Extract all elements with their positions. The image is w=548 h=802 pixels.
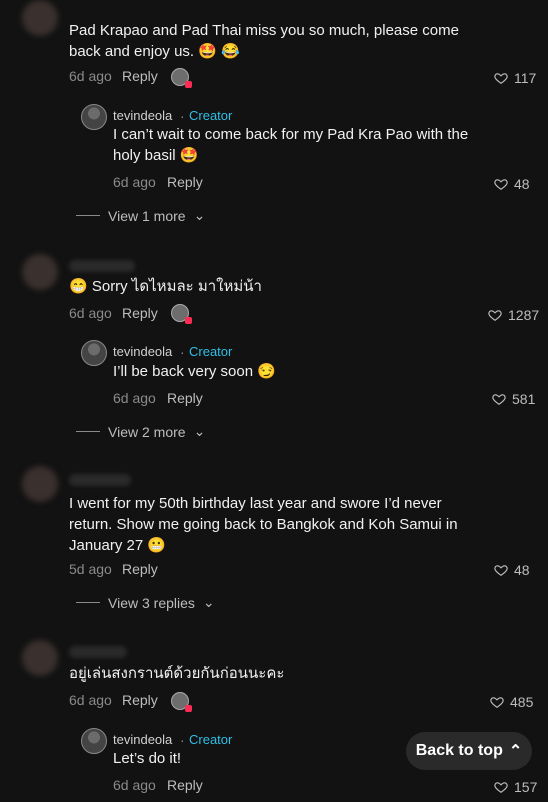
reply-time: 6d ago <box>113 174 156 190</box>
double-chevron-up-icon: ⌃ <box>508 743 523 760</box>
like-button[interactable]: 485 <box>490 694 533 710</box>
like-button[interactable]: 48 <box>494 562 530 578</box>
view-more-label: View 2 more <box>108 423 186 440</box>
divider-line <box>76 431 100 432</box>
chevron-down-icon: ⌄ <box>193 207 206 223</box>
like-count: 485 <box>510 694 534 710</box>
reply-text: I’ll be back very soon 😏 <box>113 363 276 380</box>
reply-button[interactable]: Reply <box>122 692 158 708</box>
handle-separator: · <box>180 108 185 124</box>
comment-text: 😁 Sorry ไดไหมละ มาใหม่น้า <box>69 278 262 295</box>
chevron-down-icon: ⌄ <box>193 423 206 439</box>
commenter-name[interactable] <box>69 646 127 658</box>
creator-liked-avatar <box>171 692 192 712</box>
divider-line <box>76 602 100 603</box>
comment-text: อยู่เล่นสงกรานต์ด้วยกันก่อนนะคะ <box>69 665 285 682</box>
heart-outline-icon <box>494 179 508 190</box>
creator-avatar[interactable] <box>81 728 107 754</box>
heart-outline-icon <box>494 782 508 793</box>
comment-time: 5d ago <box>69 561 112 577</box>
like-count: 1287 <box>508 307 540 323</box>
handle-separator: · <box>180 344 185 360</box>
commenter-avatar[interactable] <box>22 640 58 676</box>
view-more-replies[interactable]: View 2 more ⌄ <box>76 423 205 440</box>
reply-text: Let’s do it! <box>113 750 182 767</box>
view-more-replies[interactable]: View 1 more ⌄ <box>76 207 205 224</box>
creator-handle[interactable]: tevindeola <box>113 344 172 359</box>
commenter-name[interactable] <box>69 260 135 272</box>
like-button[interactable]: 117 <box>494 70 536 86</box>
creator-avatar[interactable] <box>81 340 107 366</box>
reply-button[interactable]: Reply <box>122 68 158 84</box>
like-count: 117 <box>514 70 537 86</box>
like-button[interactable]: 581 <box>492 391 535 407</box>
back-to-top-label: Back to top <box>415 742 503 759</box>
like-count: 157 <box>514 779 538 795</box>
reply-button[interactable]: Reply <box>122 305 158 321</box>
view-more-label: View 3 replies <box>108 594 195 611</box>
like-count: 581 <box>512 391 536 407</box>
heart-outline-icon <box>492 394 506 405</box>
creator-avatar[interactable] <box>81 104 107 130</box>
comment-time: 6d ago <box>69 692 112 708</box>
heart-outline-icon <box>494 565 508 576</box>
handle-separator: · <box>180 732 185 748</box>
like-count: 48 <box>514 562 530 578</box>
reply-button[interactable]: Reply <box>167 777 203 793</box>
creator-liked-avatar <box>171 68 192 88</box>
reply-time: 6d ago <box>113 777 156 793</box>
like-button[interactable]: 48 <box>494 176 530 192</box>
commenter-avatar[interactable] <box>22 466 58 502</box>
creator-badge: Creator <box>189 732 233 747</box>
heart-outline-icon <box>488 310 502 321</box>
comment-text: Pad Krapao and Pad Thai miss you so much… <box>69 22 459 60</box>
heart-outline-icon <box>494 73 508 84</box>
creator-handle[interactable]: tevindeola <box>113 732 172 747</box>
creator-badge: Creator <box>189 344 233 359</box>
creator-liked-avatar <box>171 304 192 324</box>
reply-button[interactable]: Reply <box>122 561 158 577</box>
creator-handle[interactable]: tevindeola <box>113 108 172 123</box>
comment-text: I went for my 50th birthday last year an… <box>69 495 458 554</box>
back-to-top-button[interactable]: Back to top ⌃ <box>406 732 532 770</box>
commenter-avatar[interactable] <box>22 254 58 290</box>
like-button[interactable]: 157 <box>494 779 537 795</box>
chevron-down-icon: ⌄ <box>202 594 215 610</box>
heart-outline-icon <box>490 697 504 708</box>
reply-time: 6d ago <box>113 390 156 406</box>
commenter-name[interactable] <box>69 474 131 486</box>
like-count: 48 <box>514 176 530 192</box>
divider-line <box>76 215 100 216</box>
view-more-replies[interactable]: View 3 replies ⌄ <box>76 594 215 611</box>
view-more-label: View 1 more <box>108 207 186 224</box>
comment-time: 6d ago <box>69 68 112 84</box>
creator-badge: Creator <box>189 108 233 123</box>
like-button[interactable]: 1287 <box>488 307 539 323</box>
reply-button[interactable]: Reply <box>167 390 203 406</box>
comment-time: 6d ago <box>69 305 112 321</box>
reply-text: I can’t wait to come back for my Pad Kra… <box>113 126 469 164</box>
reply-button[interactable]: Reply <box>167 174 203 190</box>
commenter-avatar[interactable] <box>22 0 58 36</box>
